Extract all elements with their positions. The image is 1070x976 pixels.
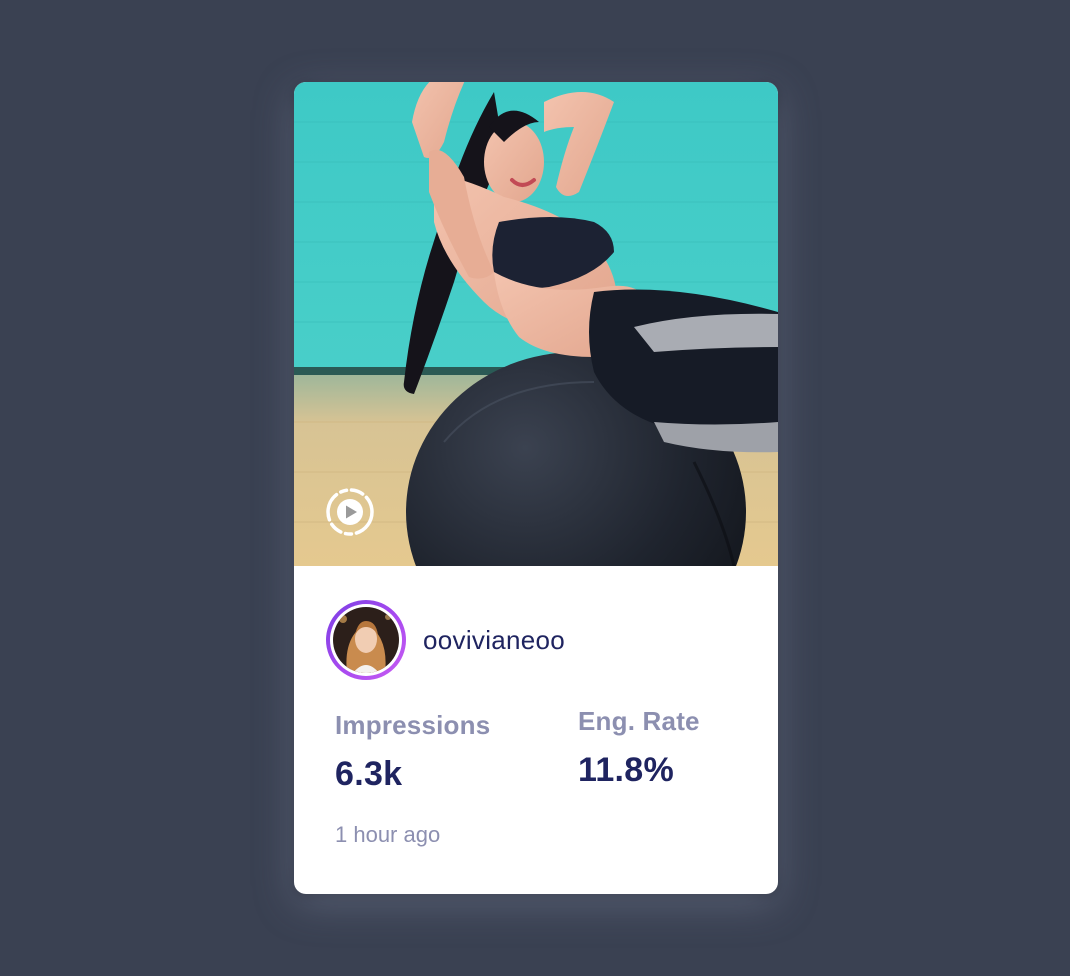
post-media[interactable] <box>294 82 778 566</box>
username[interactable]: oovivianeoo <box>423 625 565 656</box>
engagement-rate-stat: Eng. Rate 11.8% <box>578 706 700 790</box>
play-circle-icon[interactable] <box>324 486 376 538</box>
impressions-value: 6.3k <box>335 755 403 793</box>
engagement-rate-label: Eng. Rate <box>578 706 700 736</box>
engagement-rate-value: 11.8% <box>578 751 675 789</box>
avatar-ring[interactable] <box>326 600 406 680</box>
impressions-label: Impressions <box>335 710 491 740</box>
profile-row[interactable]: oovivianeoo <box>326 600 565 680</box>
post-timestamp: 1 hour ago <box>335 822 441 847</box>
avatar <box>333 607 399 673</box>
impressions-stat: Impressions 6.3k <box>335 710 490 794</box>
post-card[interactable]: oovivianeoo Impressions 6.3k Eng. Rate 1… <box>294 82 778 894</box>
